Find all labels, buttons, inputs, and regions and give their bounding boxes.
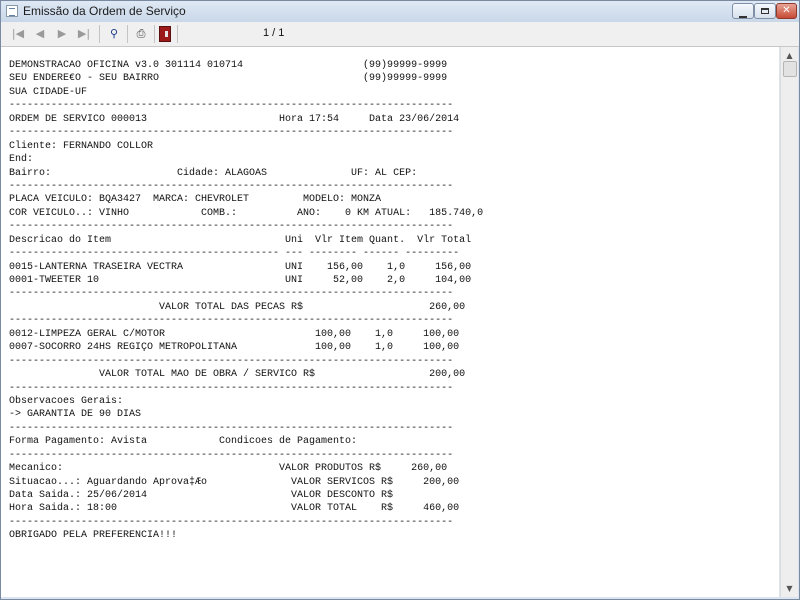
report-line: Data Saida.: 25/06/2014 VALOR DESCONTO R… xyxy=(9,490,394,501)
zoom-icon: ⚲ xyxy=(109,27,119,40)
report-line: ----------------------------------------… xyxy=(9,248,460,260)
first-page-button[interactable]: |◀ xyxy=(9,25,27,43)
report-line: Situacao...: Aguardando Aprova‡Æo VALOR … xyxy=(9,476,460,488)
next-page-icon: ▶ xyxy=(57,27,67,40)
last-page-icon: ▶| xyxy=(77,27,91,40)
report-line: VALOR TOTAL MAO DE OBRA / SERVICO R$ 200… xyxy=(9,369,466,381)
report-line: SEU ENDERE€O - SEU BAIRRO (99)99999-9999 xyxy=(9,73,448,85)
next-page-button[interactable]: ▶ xyxy=(53,25,71,43)
report-line: ----------------------------------------… xyxy=(9,355,454,367)
report-line: ----------------------------------------… xyxy=(9,100,454,112)
report-line: ----------------------------------------… xyxy=(9,315,454,327)
toolbar-separator xyxy=(127,25,128,43)
report-viewer-window: Emissão da Ordem de Serviço ✕ |◀ ◀ ▶ ▶| … xyxy=(0,0,800,600)
app-icon xyxy=(6,5,18,17)
report-line: COR VEICULO..: VINHO COMB.: ANO: 0 KM AT… xyxy=(9,207,484,219)
report-line: SUA CIDADE-UF xyxy=(9,86,88,98)
report-line: Mecanico: VALOR PRODUTOS R$ 260,00 xyxy=(9,463,448,475)
report-line: End: xyxy=(9,154,34,166)
page-counter: 1 / 1 xyxy=(263,27,285,39)
window-title: Emissão da Ordem de Serviço xyxy=(23,4,186,18)
previous-page-button[interactable]: ◀ xyxy=(31,25,49,43)
report-line: ----------------------------------------… xyxy=(9,127,454,139)
exit-icon[interactable] xyxy=(159,26,171,42)
scroll-thumb[interactable] xyxy=(783,61,797,77)
report-line: DEMONSTRACAO OFICINA v3.0 301114 010714 … xyxy=(9,60,448,71)
report-line: Forma Pagamento: Avista Condicoes de Pag… xyxy=(9,436,358,448)
report-line: OBRIGADO PELA PREFERENCIA!!! xyxy=(9,530,178,542)
maximize-icon xyxy=(761,8,769,14)
toolbar-separator xyxy=(154,25,155,43)
report-line: ----------------------------------------… xyxy=(9,180,454,192)
close-icon: ✕ xyxy=(782,5,791,16)
print-icon: ⎙ xyxy=(136,27,146,40)
report-line: ----------------------------------------… xyxy=(9,449,454,461)
first-page-icon: |◀ xyxy=(11,27,25,40)
report-line: Cliente: FERNANDO COLLOR xyxy=(9,140,154,152)
report-line: VALOR TOTAL DAS PECAS R$ 260,00 xyxy=(9,301,466,313)
report-line: Descricao do Item Uni Vlr Item Quant. Vl… xyxy=(9,234,472,246)
scroll-down-icon[interactable]: ▼ xyxy=(781,580,798,597)
report-line: ORDEM DE SERVICO 000013 Hora 17:54 Data … xyxy=(9,113,460,125)
report-line: Bairro: Cidade: ALAGOAS UF: AL CEP: xyxy=(9,167,418,179)
toolbar-separator xyxy=(99,25,100,43)
last-page-button[interactable]: ▶| xyxy=(75,25,93,43)
toolbar-separator xyxy=(177,25,178,43)
report-line: PLACA VEICULO: BQA3427 MARCA: CHEVROLET … xyxy=(9,194,382,206)
minimize-button[interactable] xyxy=(732,3,754,19)
zoom-button[interactable]: ⚲ xyxy=(105,25,123,43)
report-line: ----------------------------------------… xyxy=(9,516,454,528)
print-button[interactable]: ⎙ xyxy=(132,25,150,43)
previous-page-icon: ◀ xyxy=(35,27,45,40)
minimize-icon xyxy=(739,16,747,18)
vertical-scrollbar[interactable]: ▲ ▼ xyxy=(780,47,798,597)
report-line: Observacoes Gerais: xyxy=(9,395,124,407)
report-line: 0012-LIMPEZA GERAL C/MOTOR 100,00 1,0 10… xyxy=(9,328,460,340)
report-line: ----------------------------------------… xyxy=(9,422,454,434)
report-line: Hora Saida.: 18:00 VALOR TOTAL R$ 460,00 xyxy=(9,503,460,515)
toolbar: |◀ ◀ ▶ ▶| ⚲ ⎙ 1 / 1 xyxy=(1,22,799,47)
report-line: ----------------------------------------… xyxy=(9,382,454,394)
report-page: DEMONSTRACAO OFICINA v3.0 301114 010714 … xyxy=(1,47,779,597)
title-bar[interactable]: Emissão da Ordem de Serviço ✕ xyxy=(1,1,799,22)
service-order-report: DEMONSTRACAO OFICINA v3.0 301114 010714 … xyxy=(9,59,483,543)
maximize-button[interactable] xyxy=(754,3,776,19)
report-line: ----------------------------------------… xyxy=(9,221,454,233)
report-line: -> GARANTIA DE 90 DIAS xyxy=(9,409,142,421)
report-line: 0015-LANTERNA TRASEIRA VECTRA UNI 156,00… xyxy=(9,261,472,273)
report-line: ----------------------------------------… xyxy=(9,288,454,300)
close-button[interactable]: ✕ xyxy=(776,3,797,19)
report-line: 0007-SOCORRO 24HS REGIÇO METROPOLITANA 1… xyxy=(9,342,460,354)
report-line: 0001-TWEETER 10 UNI 52,00 2,0 104,00 xyxy=(9,275,472,286)
